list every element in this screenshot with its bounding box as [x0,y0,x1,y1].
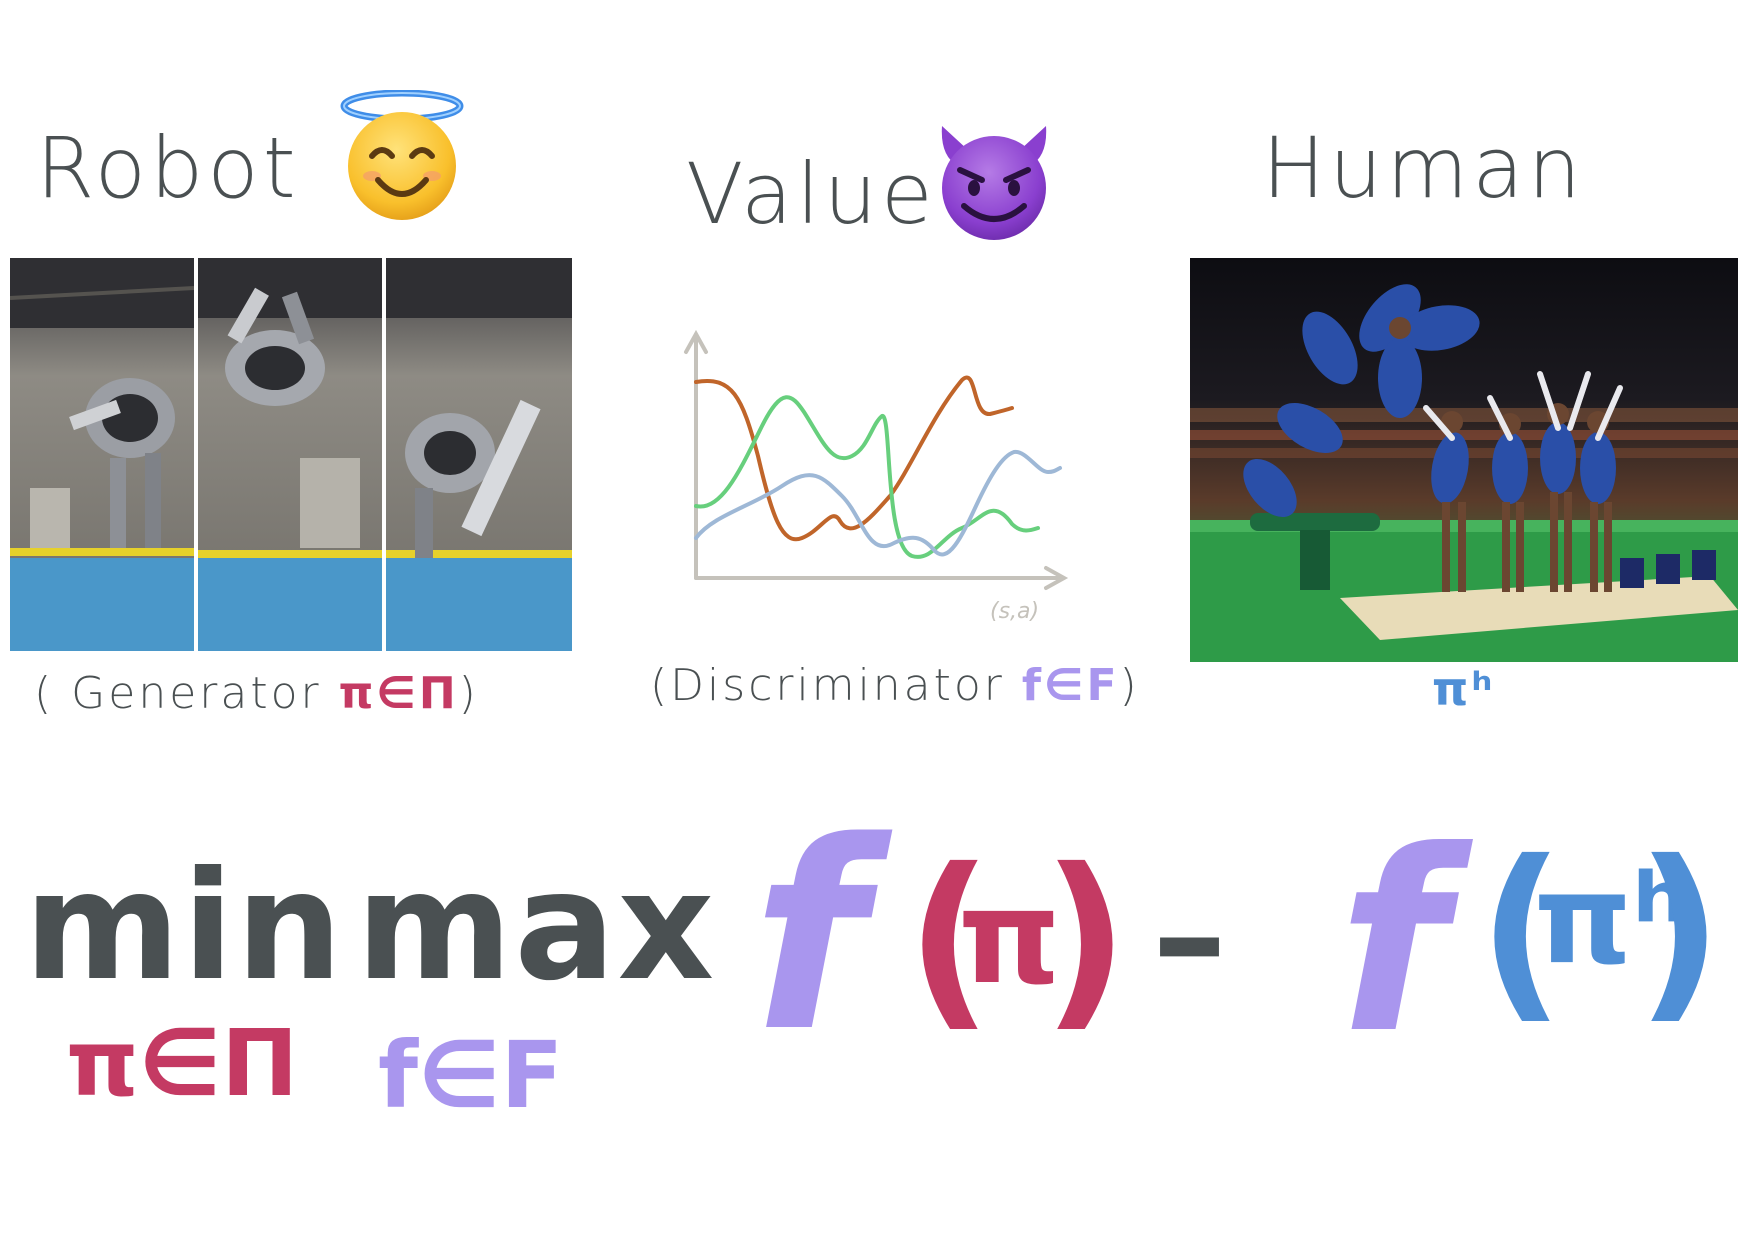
formula-f-second: f [1338,797,1447,1088]
value-caption-math: f∈F [1021,660,1120,711]
robot-caption-close: ) [458,668,479,719]
value-caption: (Discriminator f∈F) [650,664,1140,708]
formula-close-paren-1: ) [1042,828,1129,1049]
formula-min: min [24,840,345,1014]
robot-backflip-photo [10,258,572,651]
robot-caption-math: π∈Π [338,668,459,719]
halo-face-icon [338,90,466,222]
robot-frame-3 [386,258,572,651]
formula-close-paren-2: ) [1636,820,1723,1041]
human-caption: πʰ [1432,666,1495,712]
value-sketch-chart: (s,a) [672,316,1072,636]
value-caption-text: (Discriminator [650,660,1022,711]
robot-caption: ( Generator π∈Π) [34,672,479,716]
formula-min-subscript: π∈Π [66,1010,299,1117]
formula-max: max [356,840,717,1014]
human-caption-math: πʰ [1432,662,1496,716]
lightblue-curve [694,449,1062,557]
value-caption-close: ) [1119,660,1140,711]
robot-frame-2 [198,258,382,651]
formula-f-first: f [752,787,866,1089]
formula-max-subscript: f∈F [378,1022,564,1129]
robot-caption-text: ( Generator [34,668,339,719]
formula-minus: – [1152,850,1227,1024]
chart-x-axis-label: (s,a) [990,599,1039,624]
human-title: Human [1262,119,1585,217]
robot-frame-1 [10,258,195,651]
robot-title: Robot [36,119,300,217]
gymnast-sequence-photo [1190,258,1738,662]
horned-face-icon [928,116,1060,242]
value-title: Value [686,145,937,243]
